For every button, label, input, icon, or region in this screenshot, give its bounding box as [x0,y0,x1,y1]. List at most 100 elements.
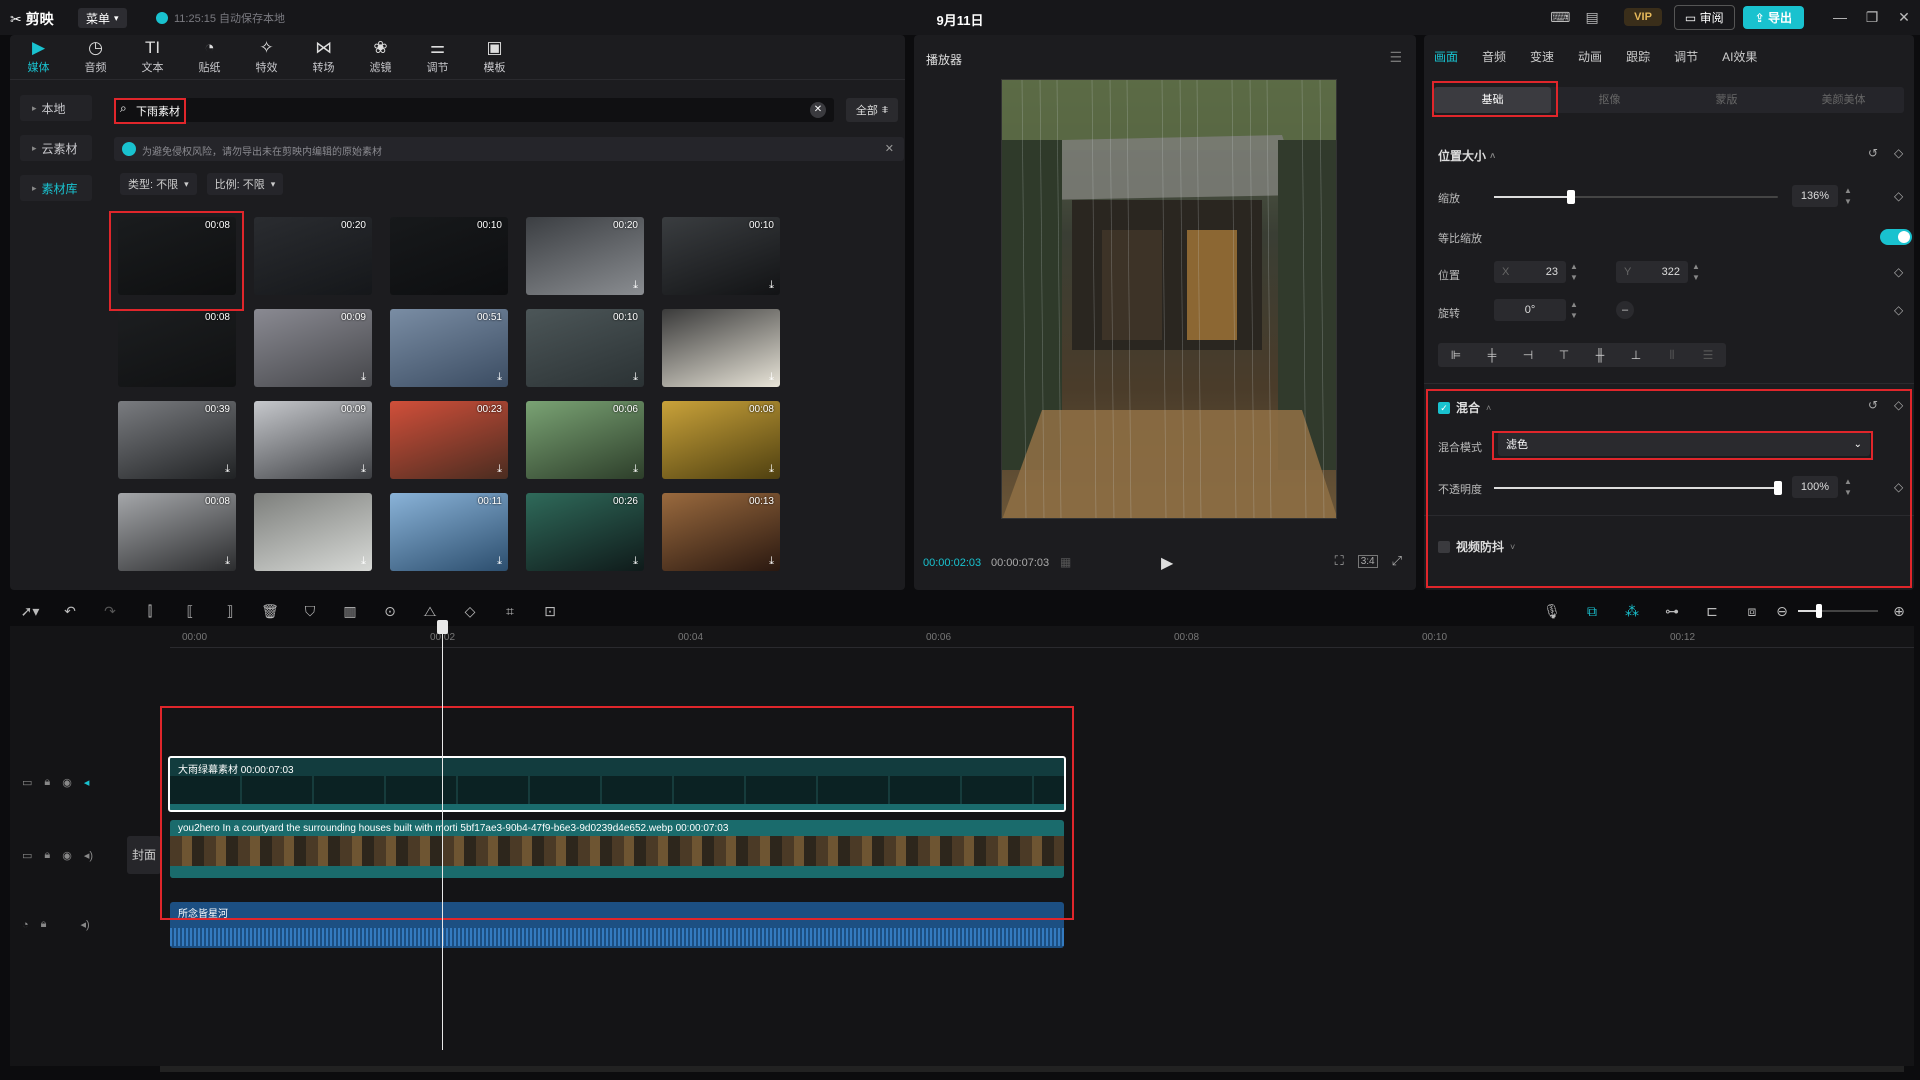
download-icon[interactable]: ⤓ [497,555,502,568]
lock-icon[interactable]: 🔒︎ [44,849,50,862]
download-icon[interactable]: ⤓ [633,371,638,384]
media-clip-thumbnail[interactable]: 00:11 ⤓ [390,493,508,571]
reset-icon[interactable]: ↺ [1868,146,1878,160]
tool-tab-5[interactable]: ⋈ 转场 [295,35,352,80]
menu-icon[interactable]: ☰ [1389,49,1402,66]
reverse-icon[interactable]: ⊙ [370,603,410,620]
fullscreen-icon[interactable]: ⤢ [1392,553,1402,569]
tool-tab-2[interactable]: TI 文本 [124,35,181,80]
download-icon[interactable]: ⤓ [361,463,366,476]
ratio-filter[interactable]: 比例: 不限 ▾ [206,173,284,195]
stepper-icon[interactable]: ▲ ▼ [1844,185,1852,207]
play-icon[interactable]: ▶ [1161,553,1173,573]
tool-tab-3[interactable]: ◔ 贴纸 [181,35,238,80]
media-clip-thumbnail[interactable]: 00:20 [254,217,372,295]
media-clip-thumbnail[interactable]: ⤓ [662,309,780,387]
sub-tab-0[interactable]: 基础 [1434,87,1551,113]
sub-tab-3[interactable]: 美颜美体 [1785,87,1902,113]
redo-icon[interactable]: ↷ [90,603,130,620]
media-clip-thumbnail[interactable]: 00:08 [118,217,236,295]
inspector-tab-6[interactable]: AI效果 [1722,48,1757,65]
media-clip-thumbnail[interactable]: 00:23 ⤓ [390,401,508,479]
tool-tab-8[interactable]: ▣ 模板 [466,35,523,80]
stabilize-checkbox[interactable] [1438,540,1450,553]
download-icon[interactable]: ⤓ [361,371,366,384]
eye-icon[interactable]: ◉ [62,776,72,789]
review-button[interactable]: ▭ 审阅 [1673,4,1735,30]
download-icon[interactable]: ⤓ [633,555,638,568]
keyframe-icon[interactable]: ◇ [1894,146,1903,160]
aspect-ratio-button[interactable]: 3:4 [1357,554,1378,568]
tool-tab-4[interactable]: ✧ 特效 [238,35,295,80]
scale-slider[interactable] [1494,190,1778,204]
align-bottom-icon[interactable]: ⊥ [1618,348,1654,362]
minimize-icon[interactable]: — [1824,9,1856,25]
mute-icon[interactable]: ◂) [84,849,93,862]
media-clip-thumbnail[interactable]: 00:06 ⤓ [526,401,644,479]
preview-axis-icon[interactable]: ⊏ [1692,603,1732,620]
download-icon[interactable]: ⤓ [225,463,230,476]
pos-x-field[interactable]: X 23 [1494,261,1566,283]
clear-search-icon[interactable]: ✕ [810,102,826,118]
keyframe-icon[interactable]: ◇ [1894,189,1903,203]
media-clip-thumbnail[interactable]: 00:39 ⤓ [118,401,236,479]
rotate-dial-icon[interactable]: – [1616,301,1634,319]
download-icon[interactable]: ⤓ [769,463,774,476]
download-icon[interactable]: ⤓ [769,371,774,384]
undo-icon[interactable]: ↶ [50,603,90,620]
delete-icon[interactable]: 🗑 [250,603,290,620]
keyframe-icon[interactable]: ◇ [1894,303,1903,317]
media-clip-thumbnail[interactable]: 00:08 ⤓ [118,493,236,571]
playhead[interactable] [442,620,443,1050]
grid-icon[interactable]: ▦ [1060,555,1071,569]
snap-icon[interactable]: ⁂ [1612,603,1652,620]
inspector-tab-4[interactable]: 跟踪 [1626,48,1650,65]
audio-track-icon[interactable]: ◔ [22,919,29,931]
media-clip-thumbnail[interactable]: 00:51 ⤓ [390,309,508,387]
lock-icon[interactable]: 🔒︎ [41,918,47,931]
overlay-clip[interactable]: 大雨绿幕素材 00:00:07:03 [168,756,1066,812]
blend-mode-select[interactable]: 滤色 ⌄ [1498,432,1870,456]
media-clip-thumbnail[interactable]: 00:26 ⤓ [526,493,644,571]
media-clip-thumbnail[interactable]: 00:13 ⤓ [662,493,780,571]
media-clip-thumbnail[interactable]: 00:09 ⤓ [254,401,372,479]
side-item-library[interactable]: 素材库 [20,175,92,201]
mark-icon[interactable]: ⛉ [290,603,330,620]
media-clip-thumbnail[interactable]: 00:08 [118,309,236,387]
reset-icon[interactable]: ↺ [1868,398,1878,412]
cover-button[interactable]: 封面 [127,836,161,874]
search-bar[interactable]: ⌕ 下雨素材 ✕ [114,98,834,122]
main-clip[interactable]: you2hero In a courtyard the surrounding … [170,820,1064,878]
crop-icon[interactable]: ⌗ [490,603,530,620]
export-button[interactable]: ⇪ 导出 [1742,5,1804,29]
mirror-icon[interactable]: ⧍ [410,603,450,620]
distribute-v-icon[interactable]: ☰ [1690,348,1726,362]
blend-section[interactable]: ✓ 混合 ˄ [1438,399,1491,416]
position-size-section[interactable]: 位置大小 ˄ [1438,147,1495,164]
media-clip-thumbnail[interactable]: 00:10 ⤓ [526,309,644,387]
time-ruler[interactable]: 00:0000:0200:0400:0600:0800:1000:12 [170,626,1914,648]
download-icon[interactable]: ⤓ [633,279,638,292]
scale-value[interactable]: 136% [1792,185,1838,207]
media-clip-thumbnail[interactable]: 00:09 ⤓ [254,309,372,387]
fit-screen-icon[interactable]: ⛶ [1335,553,1344,569]
download-icon[interactable]: ⤓ [633,463,638,476]
image-edit-icon[interactable]: ⊡ [530,603,570,620]
vip-badge[interactable]: VIP [1624,8,1662,26]
select-tool-icon[interactable]: ➚▾ [10,603,50,620]
video-preview[interactable] [1001,79,1337,519]
opacity-value[interactable]: 100% [1792,476,1838,498]
side-item-cloud[interactable]: 云素材 [20,135,92,161]
uniform-scale-toggle[interactable] [1880,229,1912,245]
freeze-icon[interactable]: ▥ [330,603,370,620]
fullscreen-timeline-icon[interactable]: ⧈ [1732,603,1772,620]
sub-tab-1[interactable]: 抠像 [1551,87,1668,113]
rotation-field[interactable]: 0° [1494,299,1566,321]
stepper-icon[interactable]: ▲ ▼ [1570,261,1578,283]
align-top-icon[interactable]: ⊤ [1546,348,1582,362]
layout-icon[interactable]: ▤ [1576,9,1608,26]
media-clip-thumbnail[interactable]: ⤓ [254,493,372,571]
sub-tab-2[interactable]: 蒙版 [1668,87,1785,113]
inspector-tab-3[interactable]: 动画 [1578,48,1602,65]
split-icon[interactable]: ⫿ [130,603,170,620]
